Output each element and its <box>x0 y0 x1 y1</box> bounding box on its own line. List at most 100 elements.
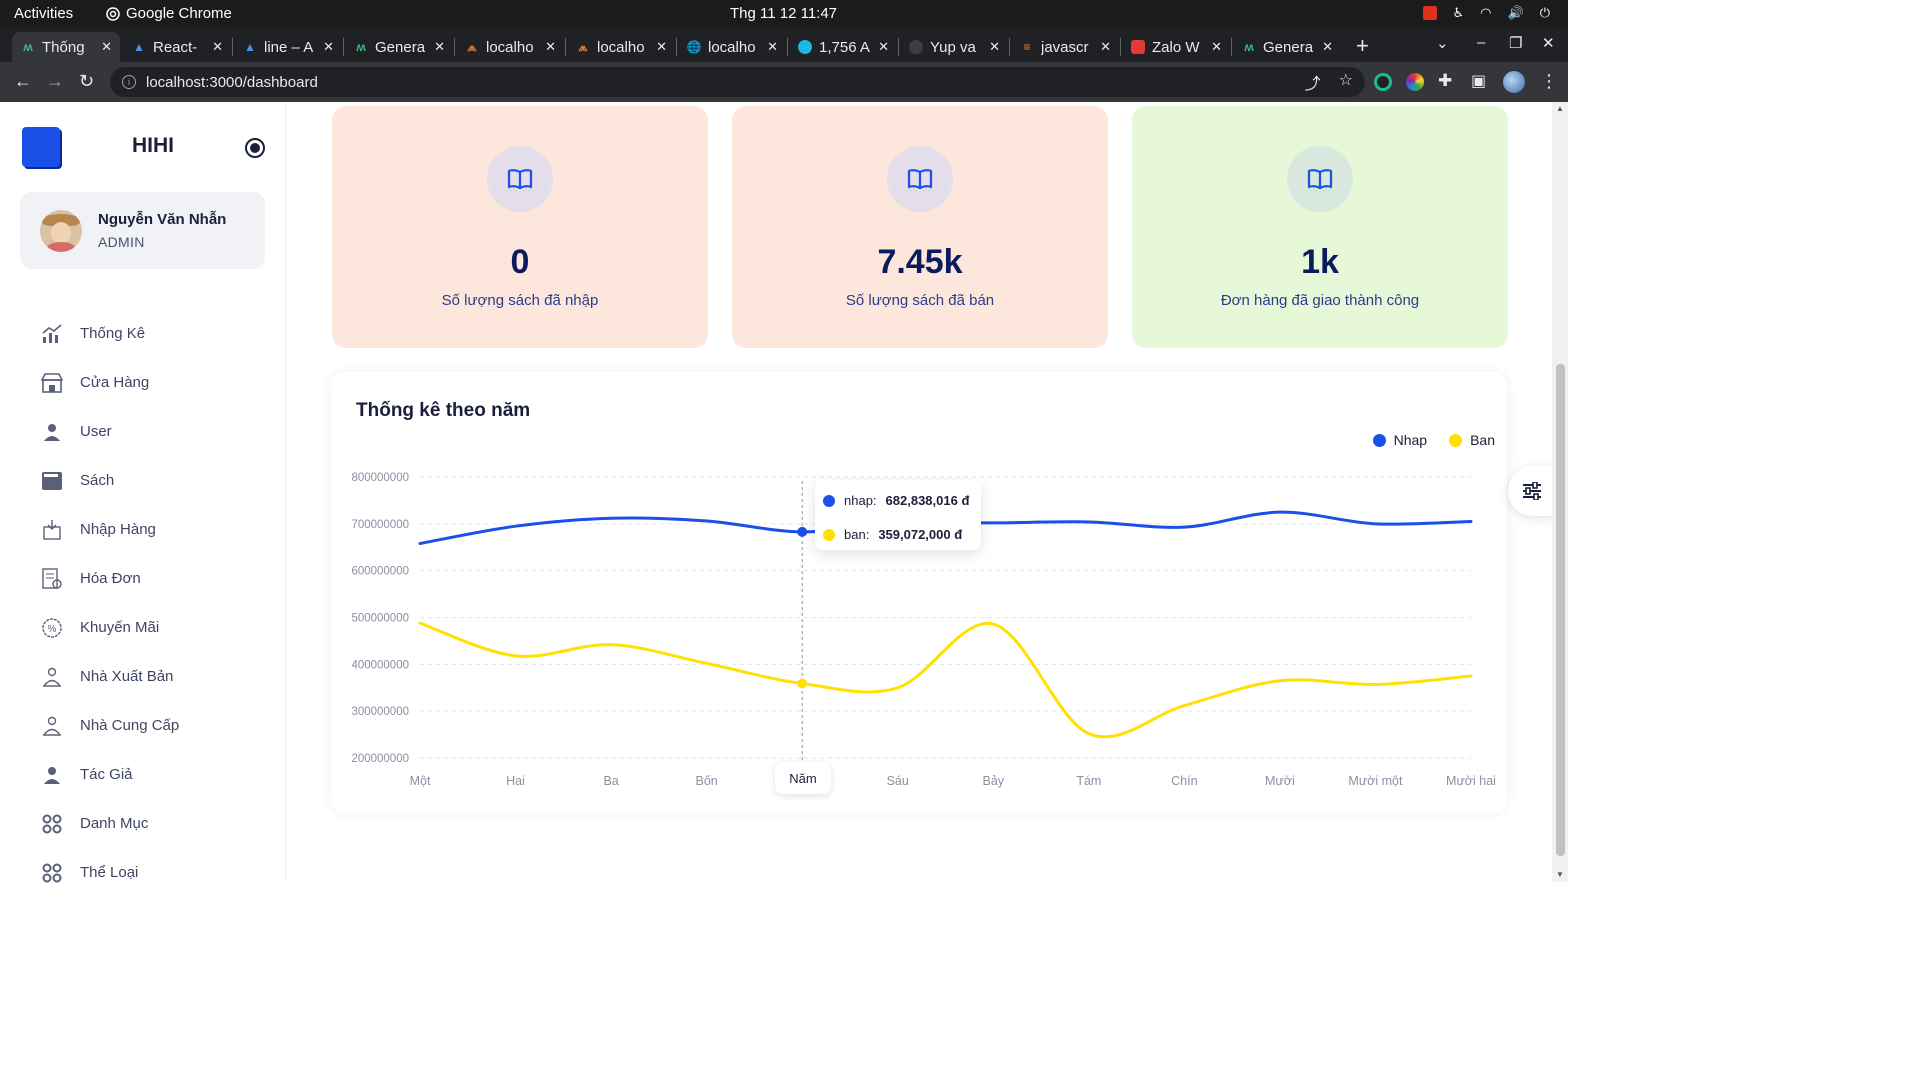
power-icon[interactable]: ⏻ <box>1540 5 1550 21</box>
close-tab-icon[interactable]: ✕ <box>767 39 778 55</box>
tab-strip: ʍ Thống ✕ ▲ React- ✕ ▲ line – A ✕ ʍ Genera ✕ ⩕ localh… <box>0 28 1568 62</box>
scroll-up-icon[interactable]: ▲ <box>1556 104 1564 113</box>
browser-tab[interactable]: ʍ Thống ✕ <box>12 32 120 62</box>
browser-tab[interactable]: 🌐 localho ✕ <box>678 32 786 62</box>
browser-toolbar: ← → ↻ i localhost:3000/dashboard ⤴ ☆ ✚ ▣… <box>0 62 1568 102</box>
notification-badge-icon[interactable] <box>1422 6 1437 20</box>
accessibility-icon[interactable]: ♿ <box>1453 5 1465 21</box>
tab-separator <box>1231 38 1232 56</box>
x-tick-label: Sáu <box>887 774 909 788</box>
close-tab-icon[interactable]: ✕ <box>434 39 445 55</box>
profile-avatar-icon[interactable] <box>1503 71 1525 93</box>
share-icon[interactable]: ⤴ <box>1305 70 1321 94</box>
user-role: ADMIN <box>98 234 145 250</box>
system-tray[interactable]: ♿ ◠ 🔊 ⏻ <box>1422 5 1550 21</box>
browser-tab[interactable]: ʍ Genera ✕ <box>1233 32 1341 62</box>
browser-tab[interactable]: Yup va ✕ <box>900 32 1008 62</box>
browser-tab[interactable]: ʍ Genera ✕ <box>345 32 453 62</box>
sidebar-item[interactable]: User <box>0 407 286 456</box>
wifi-icon[interactable]: ◠ <box>1480 5 1491 21</box>
extension-grammarly-icon[interactable] <box>1374 73 1392 91</box>
stackoverflow-icon: ≡ <box>1023 40 1031 54</box>
stat-value: 1k <box>1301 243 1339 281</box>
tab-separator <box>898 38 899 56</box>
sidebar-item-label: Thể Loại <box>80 864 139 881</box>
chrome-menu-icon[interactable]: ⋮ <box>1540 71 1558 92</box>
close-window-icon[interactable]: ✕ <box>1542 34 1555 52</box>
sliders-icon <box>1523 482 1541 500</box>
forward-icon[interactable]: → <box>46 71 64 92</box>
search-icon <box>797 39 813 55</box>
sidebar-item[interactable]: % Khuyến Mãi <box>0 603 286 652</box>
sidebar-item[interactable]: Thể Loại <box>0 848 286 897</box>
tab-separator <box>787 38 788 56</box>
close-tab-icon[interactable]: ✕ <box>1322 39 1333 55</box>
line-chart[interactable]: 800000000 700000000 600000000 500000000 4000… <box>331 372 1507 813</box>
activities-button[interactable]: Activities <box>14 5 73 22</box>
volume-icon[interactable]: 🔊 <box>1508 5 1524 21</box>
tab-separator <box>1009 38 1010 56</box>
extensions-puzzle-icon[interactable]: ✚ <box>1438 71 1452 91</box>
page-scrollbar[interactable]: ▲ ▼ <box>1552 102 1568 882</box>
close-tab-icon[interactable]: ✕ <box>323 39 334 55</box>
close-tab-icon[interactable]: ✕ <box>545 39 556 55</box>
tab-title: Thống <box>42 38 85 56</box>
url-text[interactable]: localhost:3000/dashboard <box>146 74 318 91</box>
sidebar-item[interactable]: Sách <box>0 456 286 505</box>
sidebar-item[interactable]: Hóa Đơn <box>0 554 286 603</box>
sidebar-toggle-icon[interactable] <box>245 138 265 158</box>
extension-color-icon[interactable] <box>1406 73 1424 91</box>
new-tab-icon[interactable]: + <box>1356 33 1369 59</box>
app-menu[interactable]: Google Chrome <box>106 5 232 22</box>
bookmark-star-icon[interactable]: ☆ <box>1339 70 1353 94</box>
vue-icon: ʍ <box>356 40 366 54</box>
tab-search-icon[interactable]: ⌄ <box>1436 34 1449 52</box>
side-panel-icon[interactable]: ▣ <box>1471 71 1486 91</box>
scroll-down-icon[interactable]: ▼ <box>1556 870 1564 879</box>
tab-title: localho <box>486 38 534 56</box>
user-profile-card[interactable]: Nguyễn Văn Nhẫn ADMIN <box>20 192 265 269</box>
address-bar[interactable]: i localhost:3000/dashboard ⤴ ☆ <box>110 67 1365 97</box>
close-tab-icon[interactable]: ✕ <box>1211 39 1222 55</box>
close-tab-icon[interactable]: ✕ <box>212 39 223 55</box>
site-info-icon[interactable]: i <box>122 75 136 89</box>
tab-title: 1,756 A <box>819 38 870 56</box>
reload-icon[interactable]: ↻ <box>79 71 94 92</box>
sidebar-item[interactable]: Nhà Xuất Bản <box>0 652 286 701</box>
tooltip-nhap-label: nhap: <box>844 493 877 508</box>
close-tab-icon[interactable]: ✕ <box>1100 39 1111 55</box>
close-tab-icon[interactable]: ✕ <box>656 39 667 55</box>
supplier-icon <box>40 714 64 738</box>
settings-button[interactable] <box>1508 466 1556 516</box>
sidebar-item[interactable]: Thống Kê <box>0 309 286 358</box>
scroll-thumb[interactable] <box>1556 364 1565 856</box>
y-tick-label: 200000000 <box>351 753 409 765</box>
sidebar-item[interactable]: Cửa Hàng <box>0 358 286 407</box>
sidebar-item[interactable]: Nhà Cung Cấp <box>0 701 286 750</box>
sidebar-item[interactable]: Tác Giả <box>0 750 286 799</box>
logo-icon[interactable] <box>22 127 60 167</box>
browser-tab[interactable]: ⩕ localho ✕ <box>567 32 675 62</box>
tab-separator <box>1120 38 1121 56</box>
restore-icon[interactable]: ❐ <box>1509 34 1522 52</box>
book-icon <box>40 469 64 493</box>
y-tick-label: 800000000 <box>351 472 409 484</box>
browser-tab[interactable]: ≡ javascr ✕ <box>1011 32 1119 62</box>
dashboard-app: HIHI Nguyễn Văn Nhẫn ADMIN Thống Kê Cửa H… <box>0 102 1568 882</box>
close-tab-icon[interactable]: ✕ <box>101 39 112 55</box>
browser-tab[interactable]: ⩕ localho ✕ <box>456 32 564 62</box>
browser-tab[interactable]: ▲ line – A ✕ <box>234 32 342 62</box>
browser-tab[interactable]: 1,756 A ✕ <box>789 32 897 62</box>
stat-value: 7.45k <box>877 243 963 281</box>
back-icon[interactable]: ← <box>14 71 32 92</box>
close-tab-icon[interactable]: ✕ <box>989 39 1000 55</box>
x-tick-label: Ba <box>603 774 618 788</box>
browser-tab[interactable]: ▲ React- ✕ <box>123 32 231 62</box>
clock[interactable]: Thg 11 12 11:47 <box>730 5 837 22</box>
sidebar-item[interactable]: Danh Mục <box>0 799 286 848</box>
stat-label: Số lượng sách đã nhập <box>441 292 599 309</box>
close-tab-icon[interactable]: ✕ <box>878 39 889 55</box>
browser-tab[interactable]: Zalo W ✕ <box>1122 32 1230 62</box>
minimize-icon[interactable]: – <box>1477 34 1485 51</box>
sidebar-item[interactable]: Nhập Hàng <box>0 505 286 554</box>
